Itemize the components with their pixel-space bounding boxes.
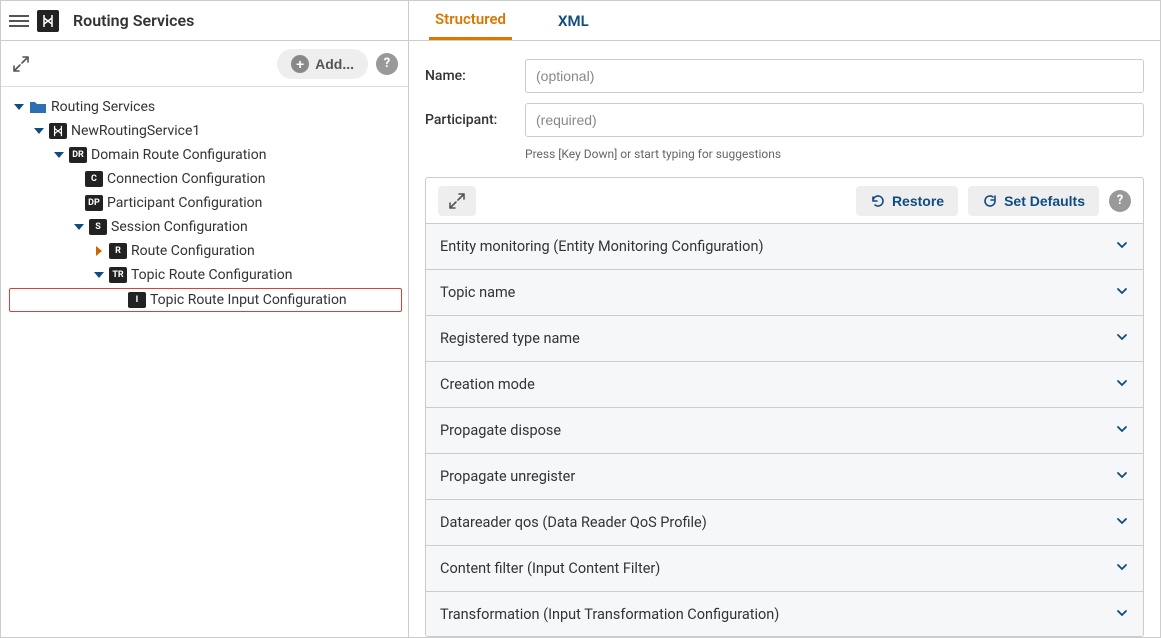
help-icon[interactable]: ? (1109, 190, 1131, 212)
reset-icon (982, 193, 998, 209)
tree-node-root[interactable]: Routing Services (7, 95, 402, 119)
service-icon (49, 123, 67, 139)
tree-node-domain-route[interactable]: DR Domain Route Configuration (7, 143, 402, 167)
tree-node-topic-route-input[interactable]: I Topic Route Input Configuration (9, 288, 402, 312)
participant-hint: Press [Key Down] or start typing for sug… (525, 147, 1144, 161)
property-row[interactable]: Datareader qos (Data Reader QoS Profile) (426, 500, 1143, 546)
tree-toggle[interactable] (33, 125, 45, 137)
property-row[interactable]: Creation mode (426, 362, 1143, 408)
tree-toggle[interactable] (53, 149, 65, 161)
tree-label: Route Configuration (131, 243, 255, 259)
chevron-down-icon (1115, 422, 1129, 440)
tree-toggle[interactable] (73, 221, 85, 233)
tree-toggle[interactable] (93, 245, 105, 257)
property-label: Content filter (Input Content Filter) (440, 560, 1115, 577)
tree-label: Connection Configuration (107, 171, 265, 187)
add-button[interactable]: + Add... (277, 49, 368, 79)
property-row[interactable]: Propagate unregister (426, 454, 1143, 500)
set-defaults-label: Set Defaults (1004, 193, 1085, 209)
set-defaults-button[interactable]: Set Defaults (968, 186, 1099, 216)
tree-label: Topic Route Input Configuration (150, 292, 347, 308)
property-list: Entity monitoring (Entity Monitoring Con… (426, 224, 1143, 636)
chevron-down-icon (1115, 468, 1129, 486)
restore-label: Restore (892, 193, 944, 209)
page-title: Routing Services (67, 11, 194, 30)
chevron-down-icon (1115, 376, 1129, 394)
chevron-down-icon (1115, 514, 1129, 532)
node-badge-icon: DR (69, 147, 87, 163)
property-label: Datareader qos (Data Reader QoS Profile) (440, 514, 1115, 531)
expand-properties-button[interactable] (438, 186, 476, 216)
tree-view: Routing Services NewRoutingService1 DR D… (1, 87, 408, 637)
property-label: Topic name (440, 284, 1115, 301)
node-badge-icon: TR (109, 267, 127, 283)
chevron-down-icon (1115, 560, 1129, 578)
tree-node-connection[interactable]: C Connection Configuration (7, 167, 402, 191)
property-row[interactable]: Content filter (Input Content Filter) (426, 546, 1143, 592)
node-badge-icon: I (128, 292, 146, 308)
tree-label: Session Configuration (111, 219, 248, 235)
participant-input[interactable] (525, 103, 1144, 137)
tab-structured[interactable]: Structured (429, 1, 512, 40)
property-label: Propagate dispose (440, 422, 1115, 439)
name-label: Name: (425, 68, 525, 84)
tree-node-participant[interactable]: DP Participant Configuration (7, 191, 402, 215)
tab-xml[interactable]: XML (552, 1, 595, 40)
help-icon[interactable]: ? (376, 53, 398, 75)
property-row[interactable]: Registered type name (426, 316, 1143, 362)
tree-node-session[interactable]: S Session Configuration (7, 215, 402, 239)
property-row[interactable]: Propagate dispose (426, 408, 1143, 454)
add-button-label: Add... (315, 56, 354, 72)
tree-node-route[interactable]: R Route Configuration (7, 239, 402, 263)
tree-toggle[interactable] (13, 101, 25, 113)
tab-bar: Structured XML (409, 1, 1160, 41)
tree-label: NewRoutingService1 (71, 123, 200, 139)
tree-label: Domain Route Configuration (91, 147, 266, 163)
app-icon (37, 10, 59, 32)
chevron-down-icon (1115, 606, 1129, 624)
property-label: Creation mode (440, 376, 1115, 393)
folder-icon (29, 100, 47, 114)
tree-label: Topic Route Configuration (131, 267, 293, 283)
tree-toggle[interactable] (93, 269, 105, 281)
node-badge-icon: C (85, 171, 103, 187)
undo-icon (870, 193, 886, 209)
property-row[interactable]: Topic name (426, 270, 1143, 316)
chevron-down-icon (1115, 284, 1129, 302)
expand-icon[interactable] (11, 54, 31, 74)
chevron-down-icon (1115, 238, 1129, 256)
tree-label: Routing Services (51, 99, 155, 115)
tree-label: Participant Configuration (107, 195, 262, 211)
property-label: Propagate unregister (440, 468, 1115, 485)
node-badge-icon: S (89, 219, 107, 235)
plus-icon: + (291, 55, 309, 73)
menu-icon[interactable] (9, 11, 29, 31)
node-badge-icon: R (109, 243, 127, 259)
name-input[interactable] (525, 59, 1144, 93)
property-row[interactable]: Transformation (Input Transformation Con… (426, 592, 1143, 636)
property-label: Entity monitoring (Entity Monitoring Con… (440, 238, 1115, 255)
property-row[interactable]: Entity monitoring (Entity Monitoring Con… (426, 224, 1143, 270)
restore-button[interactable]: Restore (856, 186, 958, 216)
node-badge-icon: DP (85, 195, 103, 211)
property-label: Registered type name (440, 330, 1115, 347)
participant-label: Participant: (425, 112, 525, 128)
tree-node-service[interactable]: NewRoutingService1 (7, 119, 402, 143)
tree-node-topic-route[interactable]: TR Topic Route Configuration (7, 263, 402, 287)
chevron-down-icon (1115, 330, 1129, 348)
property-label: Transformation (Input Transformation Con… (440, 606, 1115, 623)
